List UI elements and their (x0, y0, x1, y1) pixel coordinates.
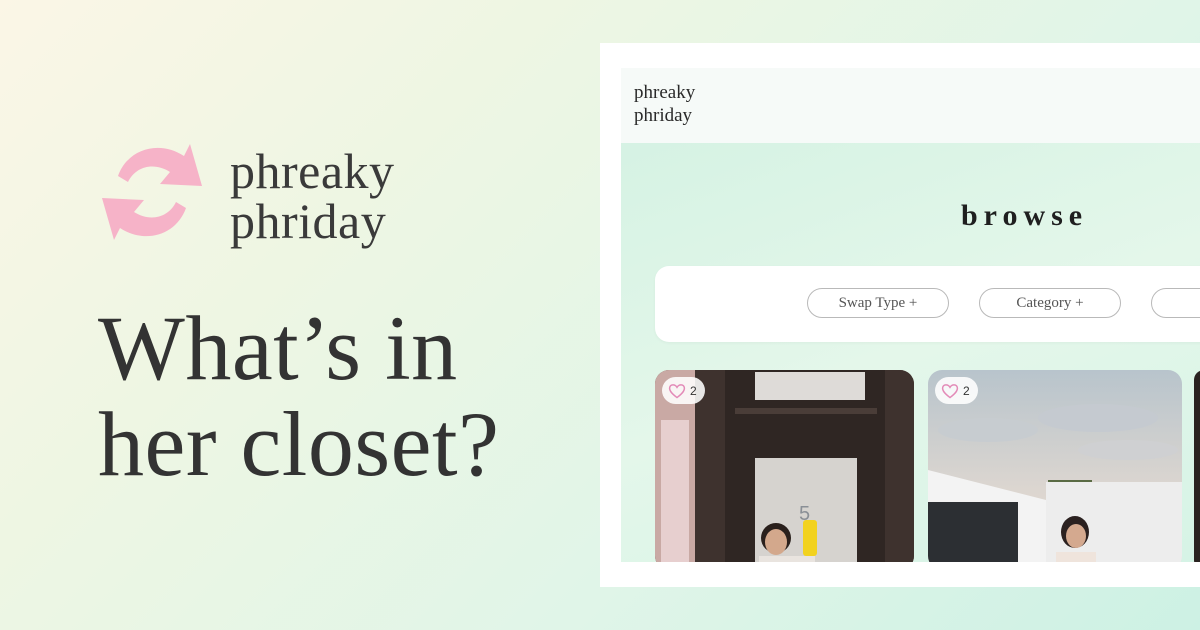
like-count: 2 (690, 383, 697, 398)
page-title: browse (961, 199, 1089, 232)
app-logo-line-2: phriday (634, 105, 693, 126)
app-header: phreaky phriday (621, 68, 1200, 143)
filter-bar: Swap Type + Category + (655, 266, 1200, 342)
app-logo-link[interactable]: phreaky phriday (634, 81, 695, 127)
listing-card[interactable] (1194, 370, 1200, 562)
like-count: 2 (963, 383, 970, 398)
app-preview-page: phreaky phriday browse Swap Type + Categ… (621, 68, 1200, 562)
swap-arrows-icon (102, 144, 202, 240)
like-button[interactable]: 2 (662, 377, 705, 404)
filter-more-button[interactable] (1151, 288, 1200, 318)
heart-outline-icon (668, 383, 686, 398)
headline: What’s in her closet? (98, 300, 578, 492)
brand-line-1: phreaky (230, 143, 395, 199)
app-logo-line-1: phreaky (634, 82, 696, 103)
filter-category-button[interactable]: Category + (979, 288, 1121, 318)
brand-wordmark: phreaky phriday (230, 146, 395, 246)
listing-card[interactable]: 5 2 (655, 370, 914, 562)
brand-line-2: phriday (230, 193, 387, 249)
like-button[interactable]: 2 (935, 377, 978, 404)
listing-card[interactable]: 2 (928, 370, 1182, 562)
heart-outline-icon (941, 383, 959, 398)
headline-line-2: her closet? (98, 393, 500, 495)
headline-line-1: What’s in (98, 297, 458, 399)
filter-swap-type-button[interactable]: Swap Type + (807, 288, 949, 318)
app-preview-window: phreaky phriday browse Swap Type + Categ… (600, 43, 1200, 587)
